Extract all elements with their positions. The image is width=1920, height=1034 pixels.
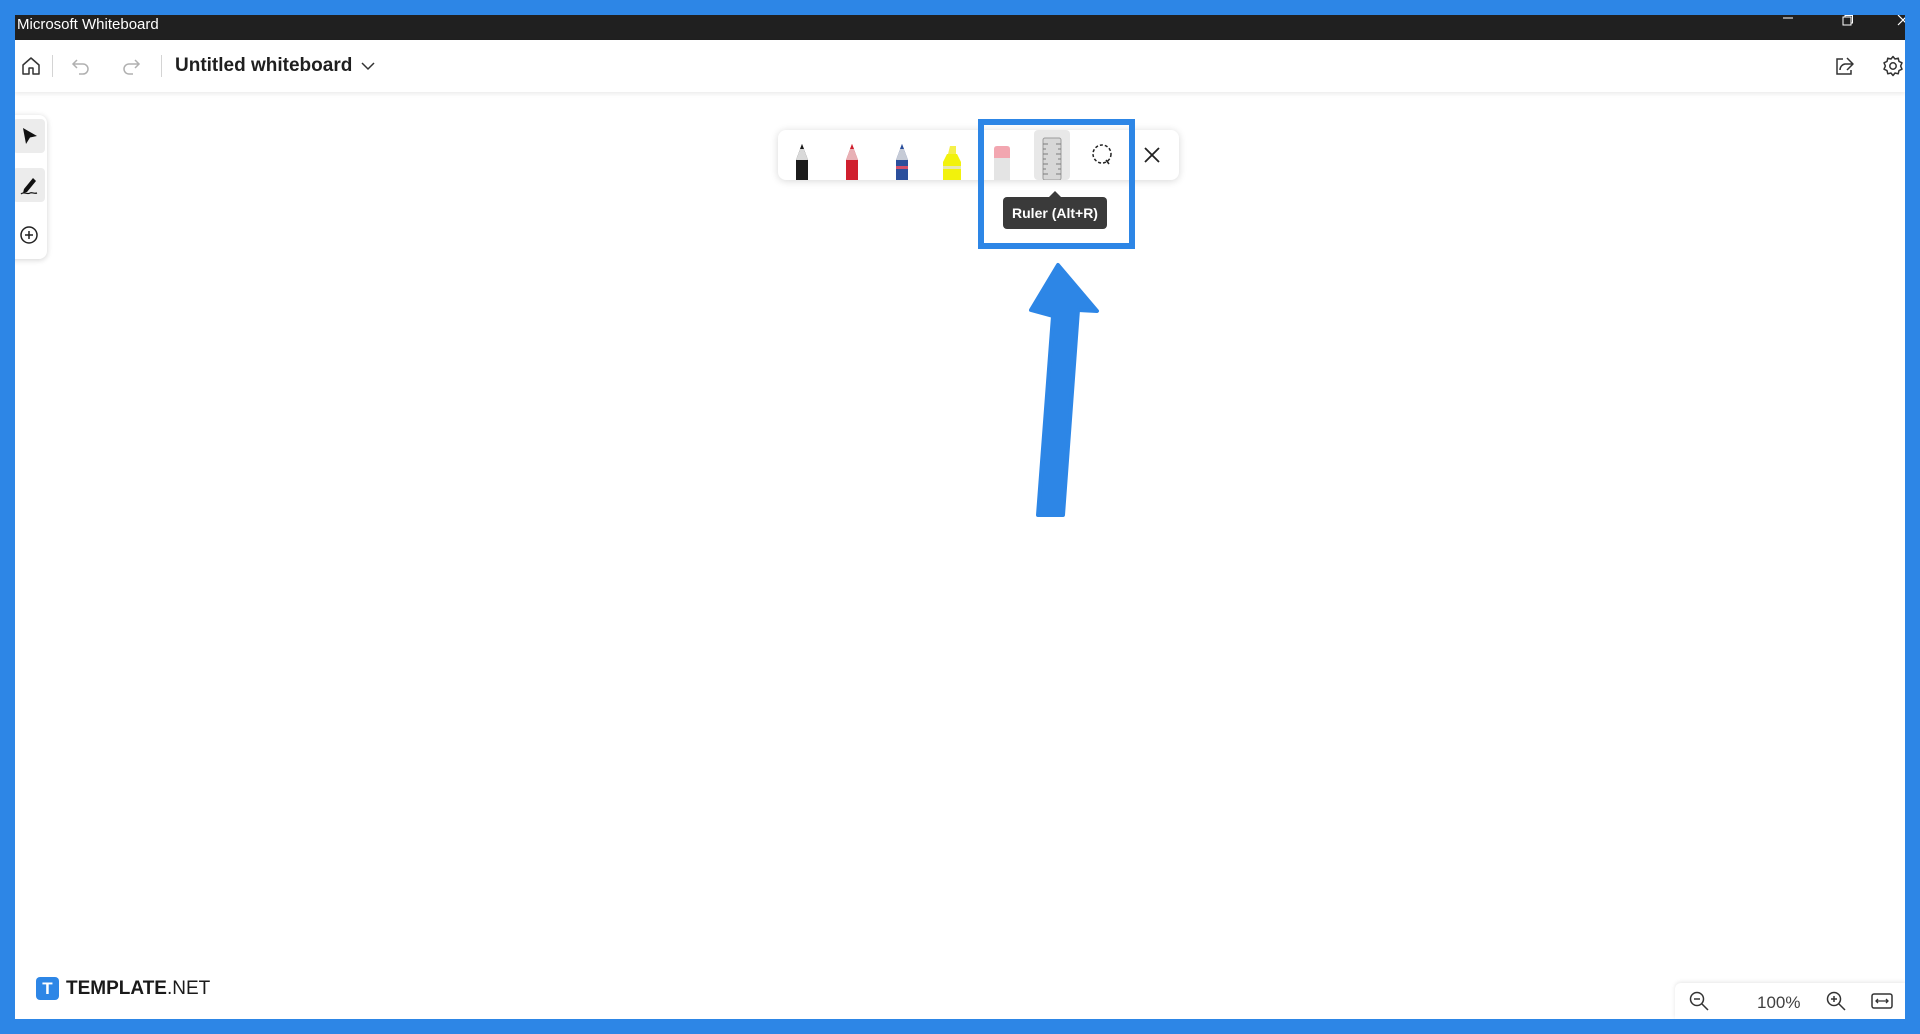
zoom-in-icon — [1826, 991, 1846, 1011]
restore-icon — [1842, 15, 1853, 26]
select-tool-button[interactable] — [15, 119, 45, 153]
gear-icon — [1883, 55, 1903, 77]
share-icon — [1836, 57, 1854, 75]
pen-icon — [796, 144, 808, 180]
redo-button[interactable] — [115, 50, 147, 82]
close-window-button[interactable] — [1884, 15, 1905, 37]
app-window: Microsoft Whiteboard Untitled whiteboard… — [15, 15, 1905, 1019]
black-pen[interactable] — [784, 130, 820, 180]
annotation-highlight-box — [978, 119, 1135, 249]
zoom-out-button[interactable] — [1685, 987, 1713, 1015]
pen-icon — [20, 178, 38, 195]
fit-to-screen-button[interactable] — [1868, 987, 1896, 1015]
template-logo-icon: T — [36, 977, 59, 1000]
redo-icon — [123, 59, 141, 75]
left-toolbar — [15, 115, 47, 259]
annotation-arrow — [1029, 263, 1099, 517]
red-pen[interactable] — [834, 130, 870, 180]
close-icon — [1144, 147, 1160, 163]
fit-to-screen-icon — [1871, 993, 1893, 1009]
header-divider — [161, 55, 162, 77]
settings-button[interactable] — [1877, 50, 1905, 82]
highlighter[interactable] — [934, 130, 970, 180]
window-title: Microsoft Whiteboard — [17, 16, 159, 33]
undo-button[interactable] — [65, 50, 97, 82]
minimize-button[interactable] — [1768, 15, 1808, 37]
board-title: Untitled whiteboard — [175, 55, 353, 76]
template-watermark: T TEMPLATE.NET — [36, 977, 210, 1000]
chevron-down-icon — [361, 62, 375, 71]
create-button[interactable] — [15, 218, 45, 252]
zoom-out-icon — [1689, 991, 1709, 1011]
zoom-in-button[interactable] — [1822, 987, 1850, 1015]
zoom-level: 100% — [1757, 993, 1801, 1012]
share-button[interactable] — [1829, 50, 1861, 82]
zoom-bar: 100% — [1675, 983, 1905, 1019]
plus-circle-icon — [20, 226, 38, 244]
header-divider — [52, 55, 53, 77]
minimize-icon — [1783, 17, 1793, 19]
home-button[interactable] — [15, 50, 47, 82]
pen-icon — [846, 144, 858, 180]
undo-icon — [71, 59, 89, 75]
pen-icon — [896, 144, 908, 180]
title-bar: Microsoft Whiteboard — [15, 15, 1905, 40]
template-brand-text: TEMPLATE.NET — [66, 978, 211, 999]
blue-pen[interactable] — [884, 130, 920, 180]
restore-button[interactable] — [1827, 15, 1867, 37]
inking-tool-button[interactable] — [15, 168, 45, 202]
board-menu-button[interactable] — [352, 50, 384, 82]
close-tray-button[interactable] — [1134, 130, 1170, 180]
close-icon — [1897, 15, 1905, 26]
home-icon — [22, 57, 40, 75]
app-header: Untitled whiteboard — [15, 40, 1905, 92]
highlighter-icon — [943, 146, 961, 180]
board-title-button[interactable]: Untitled whiteboard — [175, 55, 352, 77]
cursor-icon — [23, 128, 37, 144]
